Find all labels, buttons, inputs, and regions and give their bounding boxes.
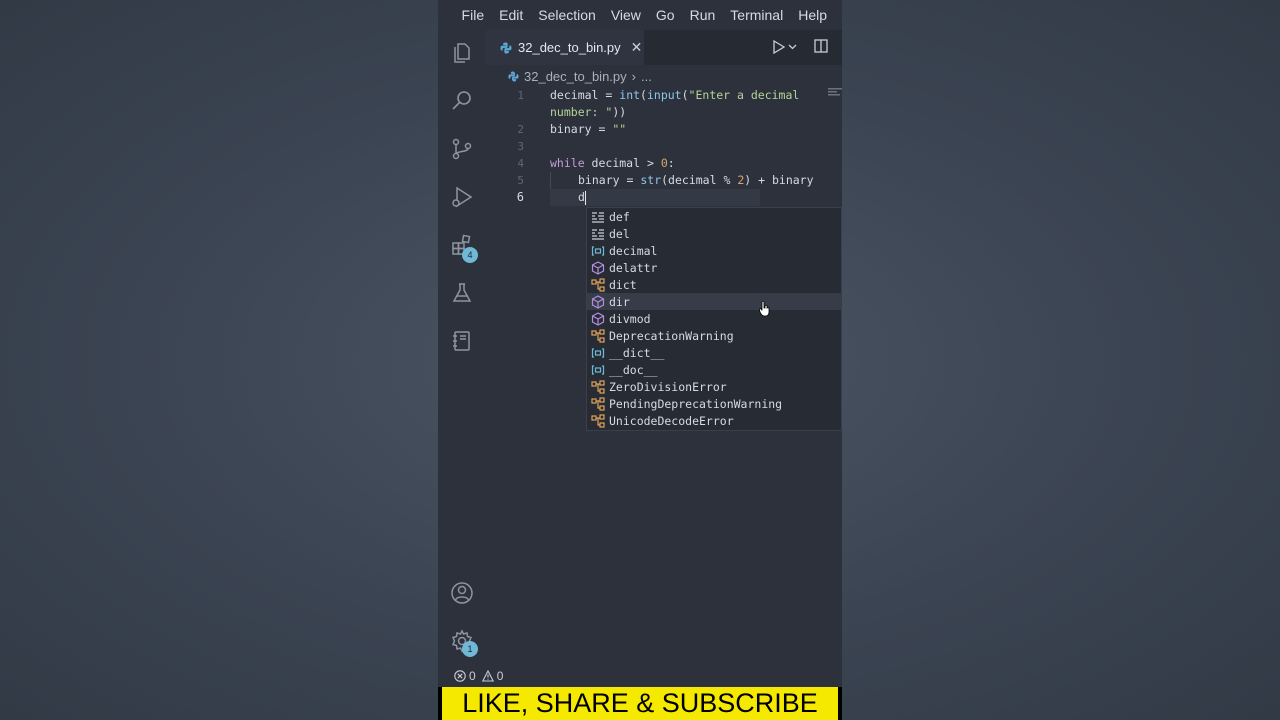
explorer-icon[interactable] xyxy=(450,41,474,65)
class-kind-icon xyxy=(591,379,605,394)
breadcrumb-file[interactable]: 32_dec_to_bin.py xyxy=(524,69,627,84)
variable-kind-icon xyxy=(591,364,605,375)
breadcrumb-more[interactable]: ... xyxy=(641,69,652,84)
hand-cursor-icon xyxy=(759,301,770,317)
suggestion-label: dict xyxy=(609,277,637,292)
breadcrumb-separator: › xyxy=(631,68,636,84)
status-bar: 0 0 xyxy=(438,665,842,687)
error-icon[interactable] xyxy=(454,670,466,682)
suggestion-item-dict[interactable]: dict xyxy=(587,276,842,293)
menu-file[interactable]: File xyxy=(462,7,485,23)
variable-kind-icon xyxy=(591,245,605,256)
minimap[interactable] xyxy=(828,87,842,99)
vscode-window: File Edit Selection View Go Run Terminal… xyxy=(438,0,842,720)
suggestion-label: delattr xyxy=(609,260,658,275)
warning-count[interactable]: 0 xyxy=(497,669,504,683)
line-number: 2 xyxy=(517,123,524,136)
suggestion-item-unicodedecodeerror[interactable]: UnicodeDecodeError xyxy=(587,412,842,429)
autocomplete-suggest-widget: def del decimal delattr dict dir divmod Depreca… xyxy=(586,207,842,431)
class-kind-icon xyxy=(591,396,605,411)
search-icon[interactable] xyxy=(450,89,474,113)
suggestion-item-decimal[interactable]: decimal xyxy=(587,242,842,259)
source-control-icon[interactable] xyxy=(450,137,474,161)
menu-terminal[interactable]: Terminal xyxy=(730,7,783,23)
suggestion-item-zerodivisionerror[interactable]: ZeroDivisionError xyxy=(587,378,842,395)
class-kind-icon xyxy=(591,328,605,343)
python-file-icon xyxy=(500,42,512,53)
suggestion-item-dict[interactable]: __dict__ xyxy=(587,344,842,361)
vscode-logo-icon xyxy=(447,14,448,16)
split-editor-icon[interactable] xyxy=(814,39,828,53)
suggestion-item-dir[interactable]: dir xyxy=(587,293,842,310)
class-kind-icon xyxy=(591,413,605,428)
account-icon[interactable] xyxy=(450,581,474,605)
line-number: 1 xyxy=(517,89,524,102)
menu-help[interactable]: Help xyxy=(798,7,827,23)
suggestion-item-delattr[interactable]: delattr xyxy=(587,259,842,276)
extensions-badge: 4 xyxy=(462,247,478,263)
suggestion-item-del[interactable]: del xyxy=(587,225,842,242)
breadcrumb: 32_dec_to_bin.py › ... xyxy=(486,65,842,87)
run-python-file-icon[interactable] xyxy=(772,40,798,54)
run-debug-icon[interactable] xyxy=(450,185,474,209)
python-file-icon xyxy=(508,70,519,82)
tab-32-dec-to-bin[interactable]: 32_dec_to_bin.py ✕ xyxy=(486,30,644,65)
code-line-6: d xyxy=(578,190,586,205)
suggestion-item-divmod[interactable]: divmod xyxy=(587,310,842,327)
function-kind-icon xyxy=(591,311,605,326)
suggestion-item-def[interactable]: def xyxy=(587,208,842,225)
class-kind-icon xyxy=(591,277,605,292)
typed-text: d xyxy=(578,190,585,204)
menu-bar: File Edit Selection View Go Run Terminal… xyxy=(438,0,842,30)
suggestion-label: __doc__ xyxy=(609,362,658,377)
code-line-1-wrap: number: ")) xyxy=(550,105,627,119)
suggestion-label: UnicodeDecodeError xyxy=(609,413,734,428)
variable-kind-icon xyxy=(591,347,605,358)
suggestion-label: def xyxy=(609,209,630,224)
line-number: 5 xyxy=(517,174,524,187)
subscribe-banner: LIKE, SHARE & SUBSCRIBE xyxy=(438,687,842,720)
suggestion-label: decimal xyxy=(609,243,658,258)
close-icon[interactable]: ✕ xyxy=(631,40,643,56)
editor-tab-bar: 32_dec_to_bin.py ✕ xyxy=(486,30,842,65)
keyword-kind-icon xyxy=(592,211,604,223)
code-line-1: decimal = int(input("Enter a decimal xyxy=(550,88,800,102)
menu-edit[interactable]: Edit xyxy=(499,7,523,23)
menu-go[interactable]: Go xyxy=(656,7,675,23)
banner-text: LIKE, SHARE & SUBSCRIBE xyxy=(442,687,838,720)
notebook-icon[interactable] xyxy=(450,329,474,353)
suggestion-label: DeprecationWarning xyxy=(609,328,734,343)
line-number: 4 xyxy=(517,157,524,170)
error-count[interactable]: 0 xyxy=(469,669,476,683)
suggestion-item-doc[interactable]: __doc__ xyxy=(587,361,842,378)
menu-view[interactable]: View xyxy=(611,7,641,23)
suggestion-label: __dict__ xyxy=(609,345,665,360)
menu-selection[interactable]: Selection xyxy=(538,7,596,23)
suggestion-item-deprecationwarning[interactable]: DeprecationWarning xyxy=(587,327,842,344)
warning-icon[interactable] xyxy=(481,670,494,682)
suggestion-label: PendingDeprecationWarning xyxy=(609,396,783,411)
activity-bar: 4 1 xyxy=(438,30,486,665)
code-line-5: binary = str(decimal % 2) + binary xyxy=(578,173,814,187)
keyword-kind-icon xyxy=(592,228,604,240)
suggestion-label: ZeroDivisionError xyxy=(609,379,727,394)
tab-label: 32_dec_to_bin.py xyxy=(518,40,621,55)
text-cursor xyxy=(584,190,586,205)
function-kind-icon xyxy=(591,260,605,275)
function-kind-icon xyxy=(591,294,605,309)
code-line-2: binary = "" xyxy=(550,122,627,136)
line-number: 3 xyxy=(517,140,524,153)
suggestion-item-pendingdeprecationwarning[interactable]: PendingDeprecationWarning xyxy=(587,395,842,412)
suggestion-label: del xyxy=(609,226,630,241)
suggestion-label: divmod xyxy=(609,311,651,326)
settings-badge: 1 xyxy=(462,641,478,657)
testing-flask-icon[interactable] xyxy=(450,281,474,305)
line-number-active: 6 xyxy=(516,190,524,204)
menu-run[interactable]: Run xyxy=(690,7,716,23)
code-line-4: while decimal > 0: xyxy=(550,156,675,170)
suggestion-label: dir xyxy=(609,294,630,309)
